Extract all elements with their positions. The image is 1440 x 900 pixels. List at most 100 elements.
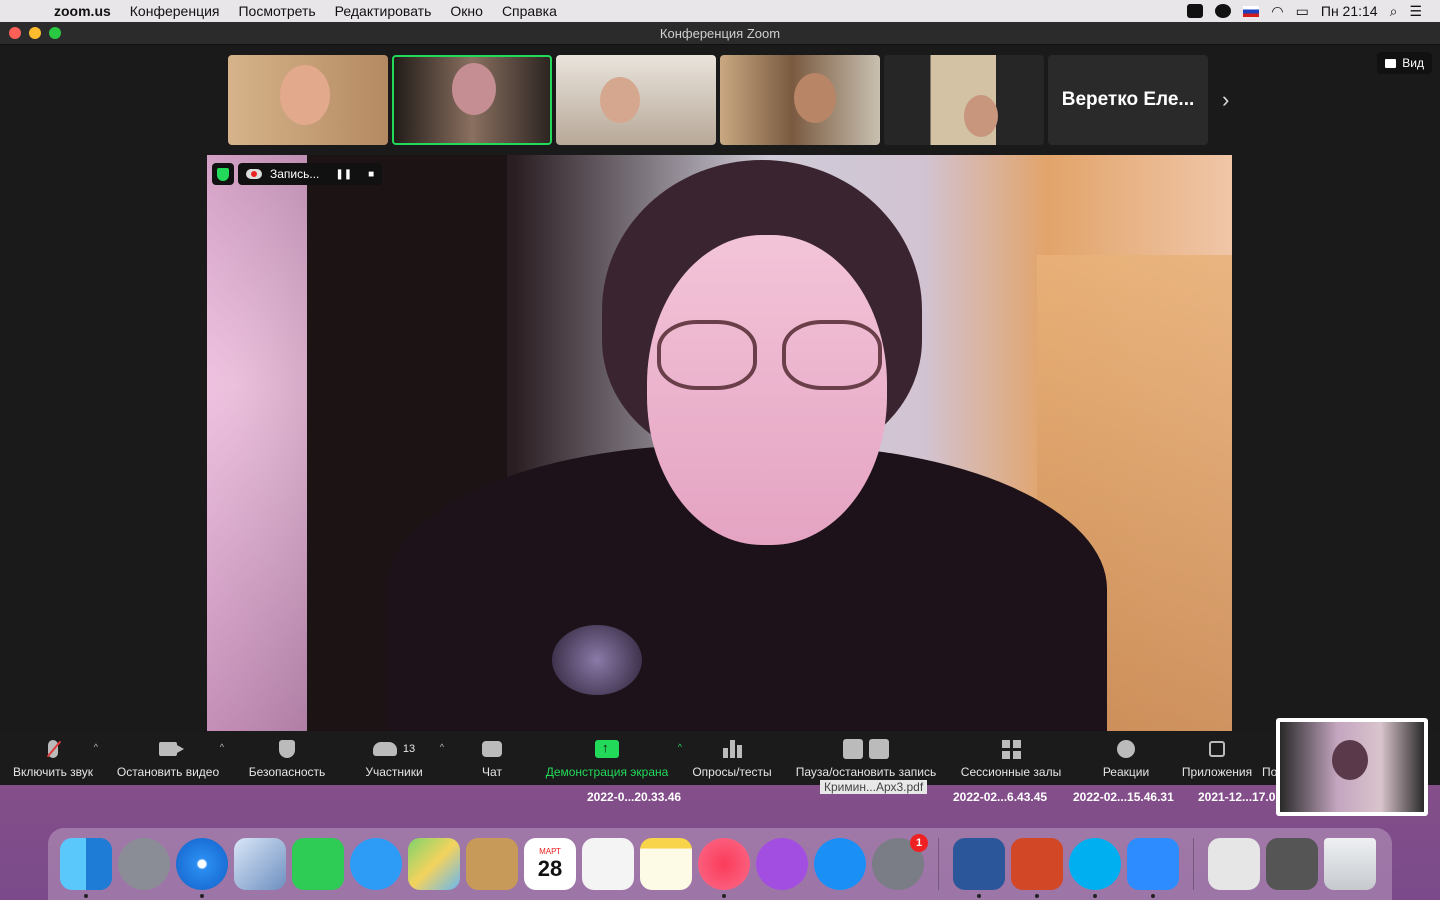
- desktop-file[interactable]: 2022-02...15.46.31: [1073, 790, 1174, 804]
- dock-separator: [938, 838, 939, 890]
- reactions-label: Реакции: [1102, 765, 1150, 779]
- camera-icon: [159, 742, 184, 756]
- encryption-shield-icon[interactable]: [212, 163, 234, 185]
- share-screen-icon: [595, 740, 619, 758]
- speaker-brooch: [552, 625, 642, 695]
- dock-separator: [1193, 838, 1194, 890]
- apps-button[interactable]: Приложения: [1172, 732, 1262, 785]
- speaker-face: [647, 235, 887, 545]
- pause-stop-recording-button[interactable]: Пауза/остановить запись: [790, 732, 942, 785]
- system-preferences-icon[interactable]: 1: [872, 834, 928, 890]
- participant-tile[interactable]: [720, 55, 880, 145]
- mail-icon[interactable]: [234, 838, 286, 890]
- safari-icon[interactable]: [176, 838, 228, 898]
- notes-icon[interactable]: [640, 838, 692, 890]
- participants-button[interactable]: 13 Участники ^: [344, 732, 444, 785]
- desktop-file[interactable]: 2021-12...17.0: [1198, 790, 1275, 804]
- share-screen-label: Демонстрация экрана: [545, 765, 669, 779]
- reactions-smile-icon: [1117, 740, 1135, 758]
- desktop-file[interactable]: Кримин...Арх3.pdf: [820, 780, 928, 794]
- speaker-glasses: [782, 320, 882, 390]
- stop-recording-icon[interactable]: ■: [368, 169, 374, 180]
- wifi-icon[interactable]: ◠: [1271, 3, 1283, 20]
- stop-video-button[interactable]: Остановить видео ^: [106, 732, 230, 785]
- powerpoint-icon[interactable]: [1011, 838, 1063, 898]
- screenshot-stack-icon[interactable]: [1266, 838, 1318, 890]
- menubar-clock[interactable]: Пн 21:14: [1321, 3, 1378, 19]
- calendar-month: МАРТ: [539, 846, 561, 856]
- spotlight-search-icon[interactable]: ⌕: [1390, 3, 1398, 20]
- desktop-file[interactable]: 2022-02...6.43.45: [953, 790, 1047, 804]
- polls-button[interactable]: Опросы/тесты: [674, 732, 790, 785]
- grid-view-icon: [1385, 58, 1397, 68]
- chat-button[interactable]: Чат: [444, 732, 540, 785]
- control-center-icon[interactable]: ☰: [1409, 3, 1422, 20]
- zoom-meeting-window: Конференция Zoom Вид Веретко Еле... › За…: [0, 22, 1440, 785]
- notification-badge: 1: [910, 834, 928, 852]
- recording-label: Запись...: [270, 167, 320, 181]
- self-view-preview[interactable]: [1276, 718, 1428, 816]
- recording-pill: Запись... ❚❚ ■: [238, 163, 383, 185]
- participant-video: [794, 73, 836, 123]
- apps-icon: [1209, 741, 1225, 757]
- window-title: Конференция Zoom: [659, 26, 781, 41]
- recording-indicator: Запись... ❚❚ ■: [212, 163, 383, 185]
- trash-icon[interactable]: [1324, 838, 1376, 890]
- apps-label: Приложения: [1181, 765, 1253, 779]
- pause-recording-icon[interactable]: ❚❚: [335, 169, 352, 180]
- music-icon[interactable]: [698, 838, 750, 898]
- view-button-label: Вид: [1402, 56, 1424, 70]
- participant-tile-active-speaker[interactable]: [392, 55, 552, 145]
- macos-menubar: zoom.us Конференция Посмотреть Редактиро…: [0, 0, 1440, 22]
- view-button[interactable]: Вид: [1377, 52, 1432, 74]
- input-language-flag-icon[interactable]: [1243, 5, 1260, 17]
- facetime-icon[interactable]: [292, 838, 344, 890]
- contacts-icon[interactable]: [466, 838, 518, 890]
- stop-video-label: Остановить видео: [116, 765, 220, 779]
- video-options-caret-icon[interactable]: ^: [220, 742, 224, 752]
- participant-tile-name-only[interactable]: Веретко Еле...: [1048, 55, 1208, 145]
- podcasts-icon[interactable]: [756, 838, 808, 890]
- audio-options-caret-icon[interactable]: ^: [94, 742, 98, 752]
- participant-tile[interactable]: [556, 55, 716, 145]
- word-icon[interactable]: [953, 838, 1005, 898]
- menu-app-name[interactable]: zoom.us: [54, 3, 111, 19]
- unmute-button[interactable]: Включить звук ^: [0, 732, 106, 785]
- security-label: Безопасность: [248, 765, 326, 779]
- participants-label: Участники: [365, 765, 423, 779]
- desktop-file[interactable]: 2022-0...20.33.46: [587, 790, 681, 804]
- self-view-video: [1280, 722, 1424, 812]
- share-screen-button[interactable]: Демонстрация экрана ^: [540, 732, 682, 785]
- launchpad-icon[interactable]: [118, 838, 170, 890]
- skype-icon[interactable]: [1069, 838, 1121, 898]
- participant-tile[interactable]: [884, 55, 1044, 145]
- messages-icon[interactable]: [350, 838, 402, 890]
- breakout-rooms-icon: [1001, 739, 1021, 759]
- calendar-icon[interactable]: МАРТ 28: [524, 838, 576, 890]
- battery-icon[interactable]: ▭: [1296, 3, 1309, 20]
- security-button[interactable]: Безопасность: [230, 732, 344, 785]
- finder-icon[interactable]: [60, 838, 112, 898]
- menu-edit[interactable]: Редактировать: [335, 3, 432, 19]
- document-stack-icon[interactable]: [1208, 838, 1260, 890]
- menu-conference[interactable]: Конференция: [130, 3, 220, 19]
- breakout-rooms-button[interactable]: Сессионные залы: [942, 732, 1080, 785]
- maps-icon[interactable]: [408, 838, 460, 890]
- participants-count: 13: [402, 743, 416, 755]
- reminders-icon[interactable]: [582, 838, 634, 890]
- app-store-icon[interactable]: [814, 838, 866, 890]
- menu-view[interactable]: Посмотреть: [238, 3, 315, 19]
- shield-icon: [279, 740, 295, 758]
- zoom-icon[interactable]: [1127, 838, 1179, 898]
- check-tray-icon[interactable]: [1215, 4, 1232, 18]
- video-background: [207, 155, 307, 731]
- participant-video: [280, 65, 330, 125]
- zoom-tray-icon[interactable]: [1187, 4, 1204, 18]
- chevron-right-icon[interactable]: ›: [1222, 87, 1229, 113]
- macos-dock: МАРТ 28 1: [48, 828, 1392, 900]
- reactions-button[interactable]: Реакции: [1080, 732, 1172, 785]
- menu-help[interactable]: Справка: [502, 3, 557, 19]
- status-area: ◠ ▭ Пн 21:14 ⌕ ☰: [1187, 0, 1422, 22]
- participant-tile[interactable]: [228, 55, 388, 145]
- menu-window[interactable]: Окно: [450, 3, 483, 19]
